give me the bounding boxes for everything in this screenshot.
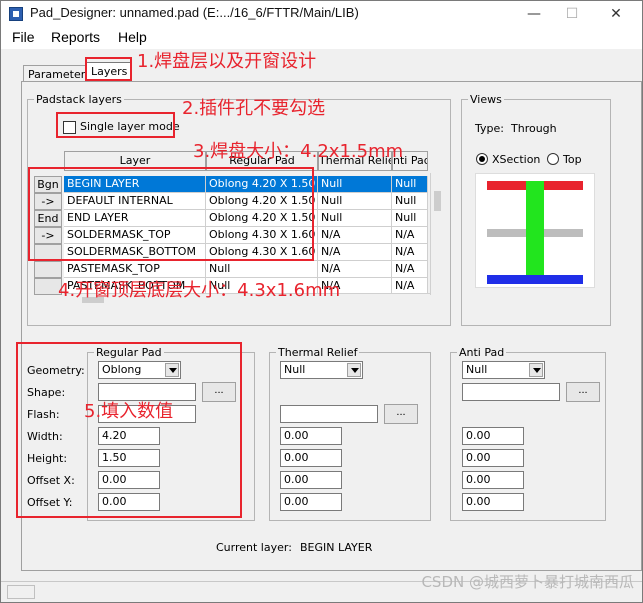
preview-bottom-pad xyxy=(487,275,583,284)
xsection-label: XSection xyxy=(492,153,541,166)
cell-anti-pad[interactable]: N/A xyxy=(392,261,428,278)
current-layer-value: BEGIN LAYER xyxy=(300,541,373,554)
thermal-geometry-select[interactable]: Null xyxy=(280,361,363,379)
cell-thermal-relief[interactable]: Null xyxy=(318,210,392,227)
annotation-3: 3.焊盘大小：4.2x1.5mm xyxy=(193,141,404,162)
xsection-preview xyxy=(475,173,595,288)
menu-help[interactable]: Help xyxy=(118,29,147,45)
app-icon xyxy=(9,7,23,21)
preview-internal-pad-right xyxy=(544,229,583,237)
thermal-offsety-field[interactable]: 0.00 xyxy=(280,493,342,511)
pad-designer-window: Pad_Designer: unnamed.pad (E:.../16_6/FT… xyxy=(0,0,643,603)
annotation-box-layers-tab xyxy=(85,57,132,81)
status-pane xyxy=(7,585,35,599)
cell-thermal-relief[interactable]: Null xyxy=(318,193,392,210)
window-title: Pad_Designer: unnamed.pad (E:.../16_6/FT… xyxy=(30,5,359,20)
preview-drill xyxy=(526,181,544,284)
menu-bar: File Reports Help xyxy=(1,27,642,49)
annotation-2: 2.插件孔不要勾选 xyxy=(182,98,326,119)
menu-file[interactable]: File xyxy=(12,29,35,45)
cell-anti-pad[interactable]: N/A xyxy=(392,227,428,244)
anti-offsetx-field[interactable]: 0.00 xyxy=(462,471,524,489)
anti-height-field[interactable]: 0.00 xyxy=(462,449,524,467)
annotation-4: 4.开窗顶层底层大小：4.3x1.6mm xyxy=(58,280,341,301)
annotation-box-regular-pad xyxy=(16,342,242,518)
anti-width-field[interactable]: 0.00 xyxy=(462,427,524,445)
chevron-down-icon xyxy=(347,363,361,377)
maximize-button[interactable]: ☐ xyxy=(554,3,590,25)
anti-geometry-value: Null xyxy=(466,363,488,376)
anti-shape-field[interactable] xyxy=(462,383,560,401)
thermal-offsetx-field[interactable]: 0.00 xyxy=(280,471,342,489)
anti-pad-label: Anti Pad xyxy=(459,346,505,359)
thermal-flash-browse-button[interactable]: ... xyxy=(384,404,418,424)
anti-offsety-field[interactable]: 0.00 xyxy=(462,493,524,511)
thermal-relief-label: Thermal Relief xyxy=(278,346,358,359)
cell-anti-pad[interactable]: N/A xyxy=(392,244,428,261)
grid-vertical-scrollbar[interactable] xyxy=(430,173,444,295)
cell-thermal-relief[interactable]: Null xyxy=(318,176,392,193)
annotation-box-single-layer xyxy=(56,112,175,138)
xsection-radio[interactable] xyxy=(476,153,488,165)
close-button[interactable]: ✕ xyxy=(598,3,634,25)
type-label: Type: xyxy=(475,122,504,135)
thermal-flash-field[interactable] xyxy=(280,405,378,423)
cell-thermal-relief[interactable]: N/A xyxy=(318,244,392,261)
watermark: CSDN @城西萝卜暴打城南西瓜 xyxy=(421,573,634,591)
anti-shape-browse-button[interactable]: ... xyxy=(566,382,600,402)
grid-scroll-thumb[interactable] xyxy=(434,191,441,211)
chevron-down-icon xyxy=(529,363,543,377)
current-layer-label: Current layer: xyxy=(216,541,292,554)
annotation-1: 1.焊盘层以及开窗设计 xyxy=(137,51,317,72)
padstack-layers-label: Padstack layers xyxy=(36,93,122,106)
cell-anti-pad[interactable]: Null xyxy=(392,176,428,193)
thermal-width-field[interactable]: 0.00 xyxy=(280,427,342,445)
top-label: Top xyxy=(563,153,582,166)
type-value: Through xyxy=(511,122,557,135)
cell-anti-pad[interactable]: Null xyxy=(392,210,428,227)
views-label: Views xyxy=(470,93,502,106)
annotation-box-layer-rows xyxy=(28,167,314,261)
top-radio[interactable] xyxy=(547,153,559,165)
annotation-5: 5.填入数值 xyxy=(84,401,174,422)
anti-geometry-select[interactable]: Null xyxy=(462,361,545,379)
minimize-button[interactable]: — xyxy=(516,3,552,25)
preview-internal-pad-left xyxy=(487,229,526,237)
thermal-height-field[interactable]: 0.00 xyxy=(280,449,342,467)
cell-anti-pad[interactable]: Null xyxy=(392,193,428,210)
menu-reports[interactable]: Reports xyxy=(51,29,100,45)
title-bar: Pad_Designer: unnamed.pad (E:.../16_6/FT… xyxy=(1,1,642,27)
thermal-geometry-value: Null xyxy=(284,363,306,376)
cell-thermal-relief[interactable]: N/A xyxy=(318,227,392,244)
